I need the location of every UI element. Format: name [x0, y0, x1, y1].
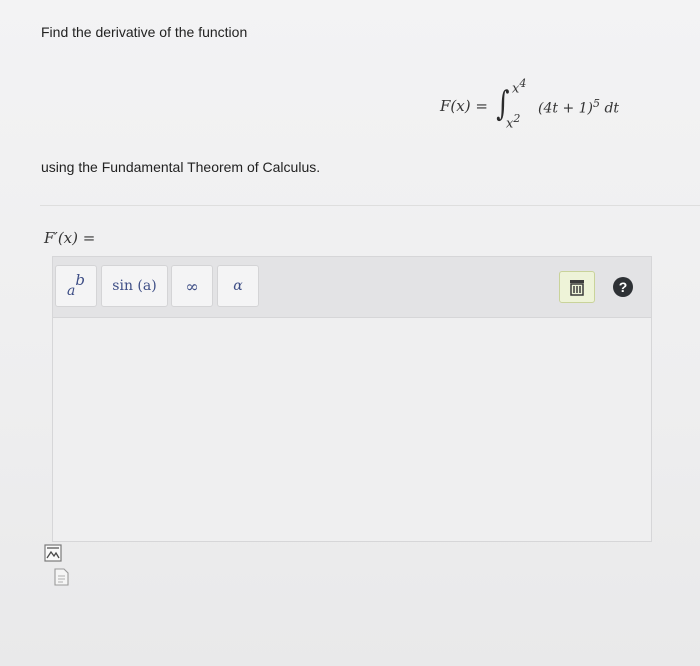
question-page: Find the derivative of the function F(x)…	[0, 0, 700, 666]
trash-button[interactable]	[559, 271, 595, 303]
question-intro: Find the derivative of the function	[41, 24, 248, 40]
preview-icon[interactable]	[44, 544, 62, 562]
section-divider	[40, 205, 700, 206]
question-using: using the Fundamental Theorem of Calculu…	[41, 159, 321, 175]
lower-limit: x2	[506, 112, 521, 132]
formula-lhs: F(x) =	[440, 97, 488, 115]
alpha-button[interactable]: α	[217, 265, 259, 307]
sin-button[interactable]: sin (a)	[101, 265, 168, 307]
power-exp: b	[75, 271, 85, 289]
answer-label: F′(x) =	[44, 229, 96, 247]
trash-icon	[570, 280, 584, 296]
integrand: (4t + 1)5 dt	[538, 97, 620, 117]
answer-input[interactable]	[53, 318, 651, 541]
editor-toolbar: ab sin (a) ∞ α ?	[53, 257, 651, 318]
math-editor: ab sin (a) ∞ α ?	[52, 256, 652, 542]
function-formula: F(x) = ∫ x4 x2 (4t + 1)5 dt	[440, 70, 660, 132]
power-base: a	[67, 283, 76, 299]
power-button[interactable]: ab	[55, 265, 97, 307]
file-icon[interactable]	[52, 568, 70, 586]
upper-limit: x4	[512, 77, 527, 97]
help-icon[interactable]: ?	[613, 277, 633, 297]
infinity-button[interactable]: ∞	[171, 265, 213, 307]
